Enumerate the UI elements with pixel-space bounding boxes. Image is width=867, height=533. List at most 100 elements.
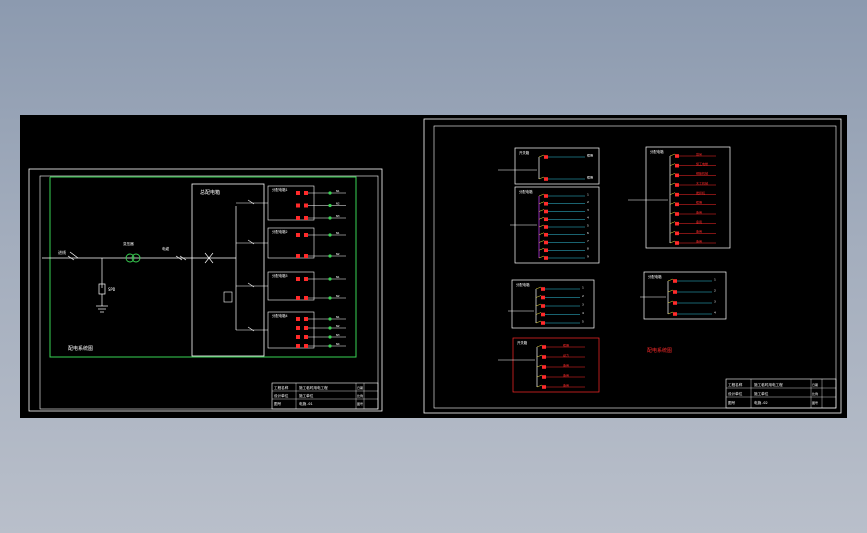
breaker-icon: [542, 345, 546, 349]
terminal-icon: [328, 277, 332, 281]
output-label: N1: [336, 315, 340, 319]
breaker-icon: [544, 155, 548, 159]
breaker-icon: [304, 344, 308, 348]
output-label: 9: [587, 254, 589, 258]
breaker-icon: [544, 248, 548, 253]
breaker-icon: [296, 335, 300, 339]
breaker-icon: [544, 240, 548, 245]
main-panel-label: 总配电箱: [200, 189, 220, 196]
breaker-icon: [304, 335, 308, 339]
breaker-icon: [673, 301, 677, 305]
terminal-icon: [328, 317, 332, 321]
breaker-icon: [296, 296, 300, 300]
breaker-icon: [675, 163, 679, 168]
breaker-icon: [304, 233, 308, 237]
breaker-icon: [544, 201, 548, 206]
breaker-icon: [304, 277, 308, 281]
box-name: 分配电箱: [648, 274, 662, 279]
output-label: 照明: [696, 201, 702, 205]
right-tb-right-0: 日期: [812, 382, 818, 387]
left-tb-right-0: 日期: [357, 385, 363, 390]
output-label: N1: [336, 231, 340, 235]
output-label: 照明: [587, 175, 593, 179]
breaker-icon: [673, 312, 677, 316]
breaker-icon: [675, 192, 679, 197]
right-tb-right-2: 图号: [812, 400, 818, 405]
output-label: N2: [336, 252, 340, 256]
breaker-icon: [296, 344, 300, 348]
output-label: 塔吊: [696, 151, 702, 156]
breaker-icon: [675, 183, 679, 187]
right-tb-row-2: 图号: [728, 400, 736, 405]
breaker-icon: [673, 279, 677, 283]
output-label: N3: [336, 333, 340, 337]
output-label: N2: [336, 324, 340, 328]
right-tb-value-2: 电施-02: [754, 400, 768, 405]
breaker-icon: [296, 233, 300, 237]
output-label: 备用: [563, 362, 569, 367]
terminal-icon: [328, 216, 332, 220]
breaker-icon: [542, 355, 546, 359]
breaker-icon: [544, 177, 548, 181]
terminal-icon: [328, 344, 332, 348]
breaker-icon: [675, 221, 679, 226]
output-label: 7: [587, 239, 589, 243]
left-tb-row-1: 设计单位: [274, 393, 289, 398]
output-label: 备用: [563, 382, 569, 387]
left-tb-value-1: 施工单位: [299, 393, 314, 398]
right-tb-right-1: 比例: [812, 391, 818, 396]
box-name: 分配电箱: [519, 189, 533, 194]
feeder-name: 分配电箱2: [272, 229, 288, 234]
breaker-icon: [673, 290, 677, 294]
output-label: 照明: [563, 343, 569, 347]
output-label: 6: [587, 231, 589, 235]
breaker-icon: [544, 256, 548, 260]
output-label: 备用: [696, 219, 702, 224]
breaker-icon: [304, 317, 308, 321]
output-label: 4: [582, 311, 584, 315]
breaker-icon: [544, 225, 548, 229]
breaker-icon: [541, 321, 545, 325]
output-label: 3: [582, 302, 584, 306]
left-tb-value-0: 施工临时用电工程: [299, 385, 328, 390]
output-label: 备用: [696, 209, 702, 214]
breaker-icon: [675, 212, 679, 216]
breaker-icon: [304, 296, 308, 300]
output-label: 3: [714, 299, 716, 303]
output-label: 备用: [563, 372, 569, 377]
left-system-title: 配电系统图: [68, 345, 93, 352]
incoming-label: 进线: [58, 249, 66, 255]
breaker-icon: [541, 312, 545, 317]
breaker-icon: [296, 277, 300, 281]
right-tb-value-0: 施工临时用电工程: [754, 382, 783, 387]
terminal-icon: [328, 296, 332, 300]
feeder-name: 分配电箱4: [272, 313, 288, 318]
output-label: 施工电梯: [696, 161, 708, 166]
feeder-name: 分配电箱3: [272, 273, 288, 278]
box-name: 开关箱: [519, 150, 530, 155]
left-tb-row-2: 图号: [274, 401, 282, 406]
right-tb-row-0: 工程名称: [728, 382, 743, 387]
output-label: 照明: [587, 153, 593, 157]
left-tb-right-2: 图号: [357, 401, 363, 406]
output-label: 1: [587, 192, 589, 196]
output-label: N2: [336, 202, 340, 206]
breaker-icon: [304, 203, 308, 208]
breaker-icon: [675, 202, 679, 207]
output-label: 8: [587, 247, 589, 251]
breaker-icon: [304, 254, 308, 258]
breaker-icon: [544, 232, 548, 237]
output-label: 4: [714, 310, 716, 314]
box-name: 开关箱: [517, 340, 528, 345]
output-label: 4: [587, 216, 589, 220]
spd-label: SPD: [108, 287, 116, 292]
breaker-icon: [541, 295, 545, 300]
feeder-name: 分配电箱1: [272, 187, 288, 192]
output-label: 2: [587, 200, 589, 204]
breaker-icon: [296, 203, 300, 208]
output-label: N3: [336, 214, 340, 218]
breaker-icon: [544, 194, 548, 198]
output-label: 1: [714, 277, 716, 281]
box-name: 分配电箱: [650, 149, 664, 154]
breaker-icon: [304, 216, 308, 220]
